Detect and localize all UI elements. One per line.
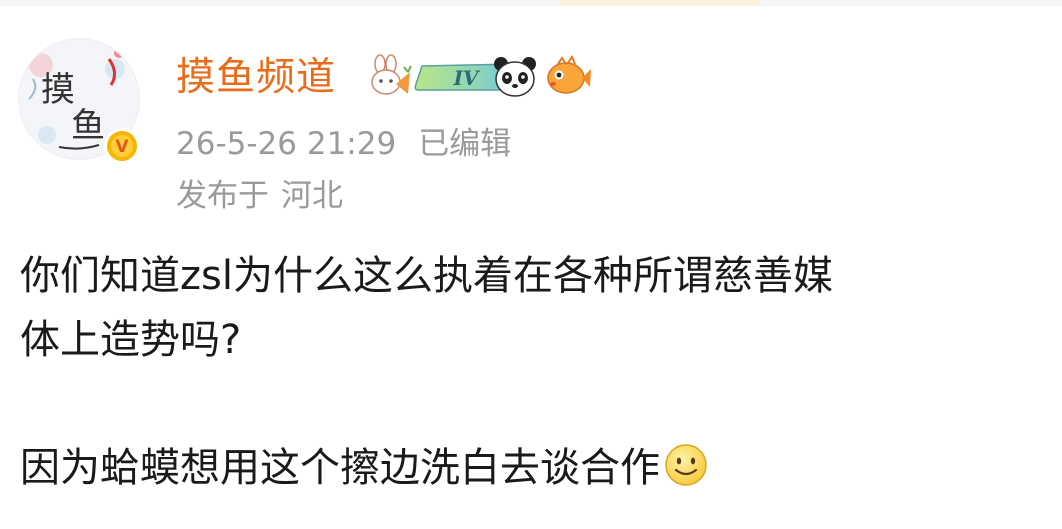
post-meta-time: 26-5-26 21:29 已编辑 [176, 124, 511, 164]
verified-v-icon: V [107, 131, 137, 161]
svg-text:V: V [115, 137, 129, 157]
pufferfish-icon [547, 54, 591, 94]
location-value: 河北 [281, 178, 343, 214]
avatar-char-2: 鱼 [71, 106, 105, 146]
svg-text:IV: IV [453, 66, 481, 90]
post-location: 发布于 河北 [176, 176, 343, 216]
post-body-line-2: 体上造势吗? [20, 317, 242, 363]
edited-label[interactable]: 已编辑 [418, 126, 511, 162]
location-prefix: 发布于 [176, 178, 269, 214]
avatar-char-1: 摸 [41, 70, 75, 110]
post-time[interactable]: 26-5-26 21:29 [176, 126, 396, 162]
verified-badge: V [104, 128, 140, 164]
bunny-carrot-icon [371, 54, 412, 95]
smile-emoji-icon [665, 444, 707, 486]
panda-icon [494, 57, 536, 97]
author-name[interactable]: 摸鱼频道 [176, 52, 336, 104]
post-body-line-3-text: 因为蛤蟆想用这个擦边洗白去谈合作 [20, 445, 660, 491]
post-body-line-3: 因为蛤蟆想用这个擦边洗白去谈合作 [20, 439, 708, 497]
author-avatar-wrap[interactable]: 摸 鱼 V [18, 38, 142, 168]
post-body-line-1: 你们知道zsl为什么这么执着在各种所谓慈善媒 [20, 253, 833, 299]
top-divider [0, 0, 1062, 6]
